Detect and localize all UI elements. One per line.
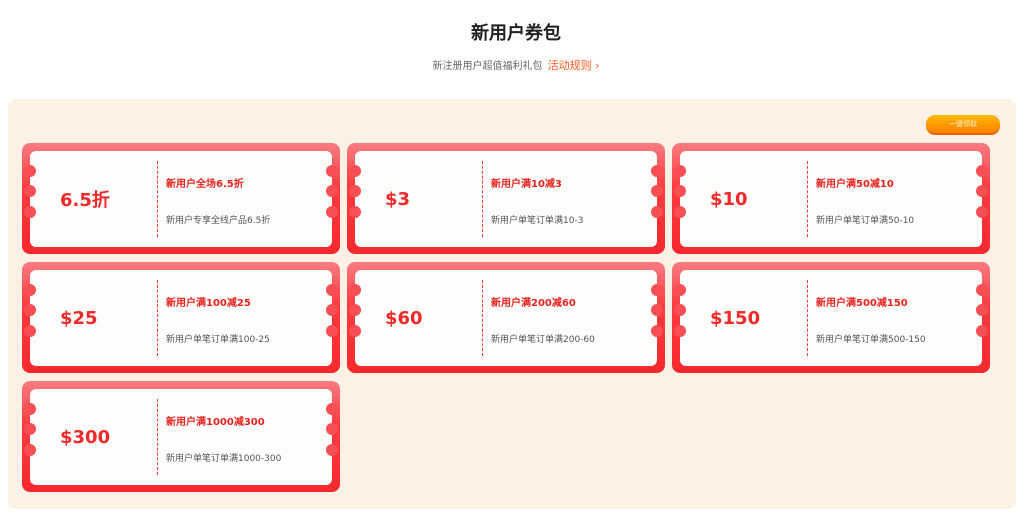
coupon-value: $25 — [60, 307, 98, 329]
ticket-notch — [24, 403, 36, 415]
coupon-desc: 新用户单笔订单满10-3 — [491, 216, 584, 226]
ticket-notch — [674, 206, 686, 218]
page-subtitle: 新注册用户超值福利礼包 活动规则 › — [0, 58, 1032, 74]
coupon-desc: 新用户单笔订单满100-25 — [166, 335, 270, 345]
ticket-notch — [349, 185, 361, 197]
coupon-divider — [807, 161, 808, 237]
ticket-notch — [674, 325, 686, 337]
claim-all-button[interactable]: 一键领取 — [926, 115, 1000, 135]
coupon-card[interactable]: $300 新用户满1000减300 新用户单笔订单满1000-300 — [22, 381, 340, 492]
ticket-notch — [326, 423, 338, 435]
ticket-notch — [326, 304, 338, 316]
coupon-body: $300 新用户满1000减300 新用户单笔订单满1000-300 — [24, 389, 338, 485]
coupon-desc: 新用户单笔订单满1000-300 — [166, 454, 282, 464]
coupon-body: 6.5折 新用户全场6.5折 新用户专享全线产品6.5折 — [24, 151, 338, 247]
coupon-title: 新用户满10减3 — [491, 179, 562, 190]
ticket-notch — [24, 304, 36, 316]
coupon-card[interactable]: $10 新用户满50减10 新用户单笔订单满50-10 — [672, 143, 990, 254]
ticket-notch — [976, 206, 988, 218]
ticket-notch — [349, 284, 361, 296]
ticket-notch — [326, 403, 338, 415]
coupon-title: 新用户满200减60 — [491, 298, 576, 309]
ticket-notch — [349, 206, 361, 218]
coupon-title: 新用户满500减150 — [816, 298, 908, 309]
ticket-notch — [976, 284, 988, 296]
coupon-divider — [157, 161, 158, 237]
coupon-value: $300 — [60, 426, 111, 448]
coupon-card[interactable]: 6.5折 新用户全场6.5折 新用户专享全线产品6.5折 — [22, 143, 340, 254]
ticket-notch — [651, 304, 663, 316]
coupon-value: $60 — [385, 307, 423, 329]
ticket-notch — [24, 165, 36, 177]
ticket-notch — [651, 165, 663, 177]
ticket-notch — [651, 185, 663, 197]
ticket-notch — [326, 206, 338, 218]
ticket-notch — [674, 304, 686, 316]
coupon-card[interactable]: $150 新用户满500减150 新用户单笔订单满500-150 — [672, 262, 990, 373]
ticket-notch — [674, 185, 686, 197]
coupon-value: $150 — [710, 307, 761, 329]
coupon-value: 6.5折 — [60, 190, 110, 211]
ticket-notch — [651, 206, 663, 218]
ticket-notch — [326, 284, 338, 296]
coupon-title: 新用户满100减25 — [166, 298, 251, 309]
ticket-notch — [326, 444, 338, 456]
ticket-notch — [674, 284, 686, 296]
page-header: 新用户券包 新注册用户超值福利礼包 活动规则 › — [0, 0, 1032, 74]
ticket-notch — [674, 165, 686, 177]
coupon-panel: 一键领取 6.5折 新用户全场6.5折 新用户专享全线产品6.5折 $3 新用户… — [8, 99, 1016, 509]
coupon-desc: 新用户单笔订单满50-10 — [816, 216, 915, 226]
coupon-card[interactable]: $3 新用户满10减3 新用户单笔订单满10-3 — [347, 143, 665, 254]
coupon-divider — [157, 399, 158, 475]
coupon-body: $25 新用户满100减25 新用户单笔订单满100-25 — [24, 270, 338, 366]
ticket-notch — [349, 165, 361, 177]
ticket-notch — [326, 325, 338, 337]
coupon-divider — [482, 161, 483, 237]
ticket-notch — [651, 284, 663, 296]
coupon-body: $10 新用户满50减10 新用户单笔订单满50-10 — [674, 151, 988, 247]
coupon-title: 新用户全场6.5折 — [166, 179, 244, 190]
subtitle-text: 新注册用户超值福利礼包 — [432, 61, 543, 72]
ticket-notch — [24, 206, 36, 218]
ticket-notch — [976, 185, 988, 197]
coupon-divider — [482, 280, 483, 356]
coupon-divider — [807, 280, 808, 356]
ticket-notch — [24, 423, 36, 435]
coupon-title: 新用户满50减10 — [816, 179, 894, 190]
coupon-desc: 新用户单笔订单满500-150 — [816, 335, 926, 345]
coupon-body: $150 新用户满500减150 新用户单笔订单满500-150 — [674, 270, 988, 366]
coupon-divider — [157, 280, 158, 356]
ticket-notch — [24, 185, 36, 197]
coupon-desc: 新用户单笔订单满200-60 — [491, 335, 595, 345]
ticket-notch — [24, 444, 36, 456]
ticket-notch — [24, 325, 36, 337]
coupon-title: 新用户满1000减300 — [166, 417, 265, 428]
coupon-list: 6.5折 新用户全场6.5折 新用户专享全线产品6.5折 $3 新用户满10减3… — [22, 143, 1002, 492]
ticket-notch — [326, 165, 338, 177]
ticket-notch — [976, 165, 988, 177]
rules-link[interactable]: 活动规则 › — [548, 59, 600, 72]
coupon-value: $3 — [385, 188, 411, 210]
coupon-value: $10 — [710, 188, 748, 210]
ticket-notch — [976, 304, 988, 316]
ticket-notch — [349, 325, 361, 337]
ticket-notch — [651, 325, 663, 337]
rules-link-label: 活动规则 — [547, 59, 592, 72]
coupon-body: $60 新用户满200减60 新用户单笔订单满200-60 — [349, 270, 663, 366]
ticket-notch — [24, 284, 36, 296]
coupon-desc: 新用户专享全线产品6.5折 — [166, 216, 271, 226]
coupon-card[interactable]: $25 新用户满100减25 新用户单笔订单满100-25 — [22, 262, 340, 373]
chevron-right-icon: › — [595, 59, 600, 72]
coupon-body: $3 新用户满10减3 新用户单笔订单满10-3 — [349, 151, 663, 247]
ticket-notch — [976, 325, 988, 337]
ticket-notch — [326, 185, 338, 197]
ticket-notch — [349, 304, 361, 316]
coupon-card[interactable]: $60 新用户满200减60 新用户单笔订单满200-60 — [347, 262, 665, 373]
page-title: 新用户券包 — [471, 23, 561, 44]
